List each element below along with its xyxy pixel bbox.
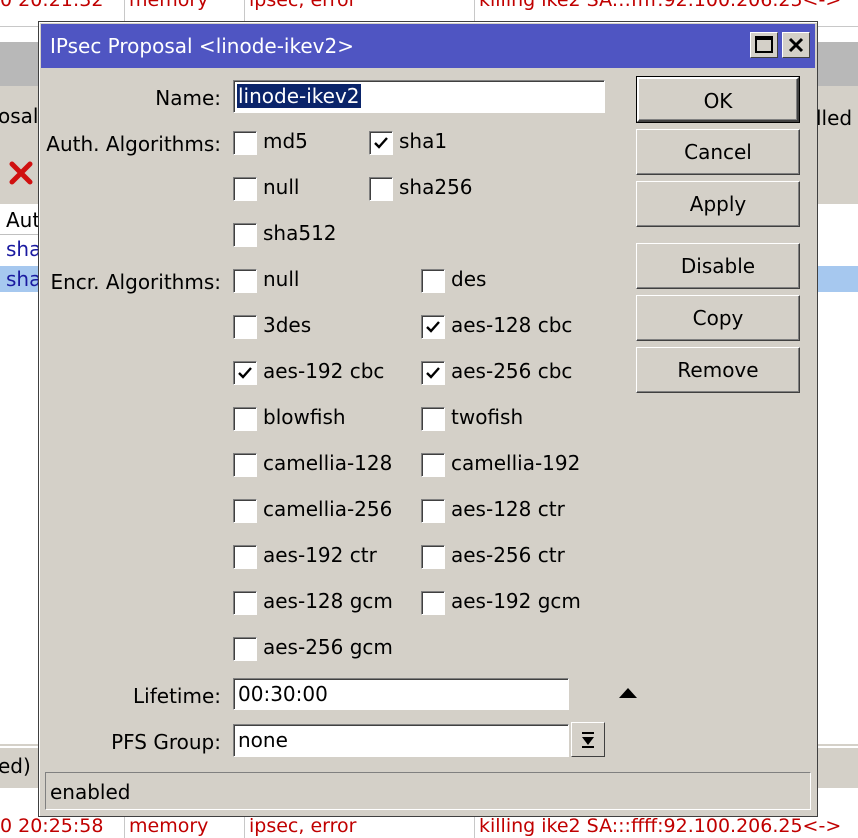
dialog-titlebar[interactable]: IPsec Proposal <linode-ikev2> [41, 24, 815, 68]
checkbox-label[interactable]: null [263, 267, 299, 291]
checkbox-null[interactable] [233, 269, 257, 293]
log-message: killing ike2 SA:::ffff:92.100.206.25<-> [479, 0, 842, 11]
checkbox-label[interactable]: null [263, 175, 299, 199]
checkbox-sha1[interactable] [369, 131, 393, 155]
checkbox-label[interactable]: camellia-256 [263, 497, 392, 521]
dialog-title: IPsec Proposal <linode-ikev2> [50, 34, 354, 58]
status-text: enabled [50, 780, 131, 804]
checkbox-twofish[interactable] [421, 407, 445, 431]
lifetime-label: Lifetime: [133, 684, 221, 708]
checkbox-label[interactable]: aes-128 cbc [451, 313, 572, 337]
checkbox-label[interactable]: aes-128 ctr [451, 497, 565, 521]
name-input[interactable]: linode-ikev2 [233, 80, 605, 113]
checkbox-label[interactable]: aes-256 ctr [451, 543, 565, 567]
checkbox-des[interactable] [421, 269, 445, 293]
checkbox-camellia-256[interactable] [233, 499, 257, 523]
pfs-group-select[interactable]: none [233, 724, 569, 757]
checkbox-aes-128-gcm[interactable] [233, 591, 257, 615]
log-message: killing ike2 SA:::ffff:92.100.206.25<-> [479, 815, 842, 837]
log-topics: memory [129, 815, 209, 837]
copy-button[interactable]: Copy [636, 295, 800, 341]
background-column-header[interactable]: Aut [6, 208, 40, 232]
cancel-button[interactable]: Cancel [636, 129, 800, 175]
checkbox-sha512[interactable] [233, 223, 257, 247]
checkbox-3des[interactable] [233, 315, 257, 339]
checkbox-label[interactable]: twofish [451, 405, 523, 429]
checkbox-label[interactable]: camellia-128 [263, 451, 392, 475]
log-time: 0 20:25:58 [0, 815, 104, 837]
checkbox-camellia-192[interactable] [421, 453, 445, 477]
checkbox-label[interactable]: aes-128 gcm [263, 589, 393, 613]
name-label: Name: [155, 86, 221, 110]
close-button[interactable] [782, 32, 810, 58]
checkbox-label[interactable]: blowfish [263, 405, 346, 429]
checkbox-label[interactable]: aes-192 ctr [263, 543, 377, 567]
checkbox-label[interactable]: sha256 [399, 175, 473, 199]
checkbox-null[interactable] [233, 177, 257, 201]
checkbox-label[interactable]: aes-256 gcm [263, 635, 393, 659]
ipsec-proposal-dialog: IPsec Proposal <linode-ikev2> Name: lino… [38, 21, 818, 817]
encr-algorithms-label: Encr. Algorithms: [50, 270, 221, 294]
checkbox-label[interactable]: md5 [263, 129, 308, 153]
disable-button[interactable]: Disable [636, 243, 800, 289]
apply-button[interactable]: Apply [636, 181, 800, 227]
auth-algorithms-label: Auth. Algorithms: [46, 132, 221, 156]
checkbox-aes-192-cbc[interactable] [233, 361, 257, 385]
checkbox-label[interactable]: aes-192 cbc [263, 359, 384, 383]
ok-button[interactable]: OK [636, 76, 800, 123]
log-type: ipsec, error [249, 815, 357, 837]
checkbox-aes-192-ctr[interactable] [233, 545, 257, 569]
checkbox-sha256[interactable] [369, 177, 393, 201]
maximize-button[interactable] [750, 32, 778, 58]
checkbox-aes-128-cbc[interactable] [421, 315, 445, 339]
log-time: 0 20:21:32 [0, 0, 104, 11]
status-bar: enabled [45, 772, 811, 810]
checkbox-label[interactable]: aes-192 gcm [451, 589, 581, 613]
checkbox-md5[interactable] [233, 131, 257, 155]
checkbox-label[interactable]: sha1 [399, 129, 447, 153]
checkbox-aes-256-cbc[interactable] [421, 361, 445, 385]
checkbox-label[interactable]: sha512 [263, 221, 337, 245]
background-column-fragment: lled [816, 106, 853, 130]
checkbox-label[interactable]: 3des [263, 313, 311, 337]
checkbox-aes-192-gcm[interactable] [421, 591, 445, 615]
table-row[interactable]: sha [6, 237, 41, 261]
checkbox-aes-256-gcm[interactable] [233, 637, 257, 661]
pfs-group-label: PFS Group: [111, 730, 221, 754]
pfs-dropdown-button[interactable] [571, 722, 605, 757]
log-type: ipsec, error [249, 0, 357, 11]
lifetime-input[interactable]: 00:30:00 [233, 678, 569, 710]
background-table-right [812, 204, 858, 744]
name-value: linode-ikev2 [237, 84, 361, 108]
checkbox-label[interactable]: des [451, 267, 486, 291]
checkbox-label[interactable]: camellia-192 [451, 451, 580, 475]
red-x-icon[interactable] [8, 160, 34, 186]
log-topics: memory [129, 0, 209, 11]
checkbox-aes-128-ctr[interactable] [421, 499, 445, 523]
remove-button[interactable]: Remove [636, 347, 800, 393]
checkbox-label[interactable]: aes-256 cbc [451, 359, 572, 383]
expand-up-arrow-icon[interactable] [619, 688, 637, 698]
background-status-text: ed) [0, 754, 31, 778]
selected-table-row-right[interactable] [812, 266, 858, 292]
checkbox-aes-256-ctr[interactable] [421, 545, 445, 569]
checkbox-blowfish[interactable] [233, 407, 257, 431]
checkbox-camellia-128[interactable] [233, 453, 257, 477]
